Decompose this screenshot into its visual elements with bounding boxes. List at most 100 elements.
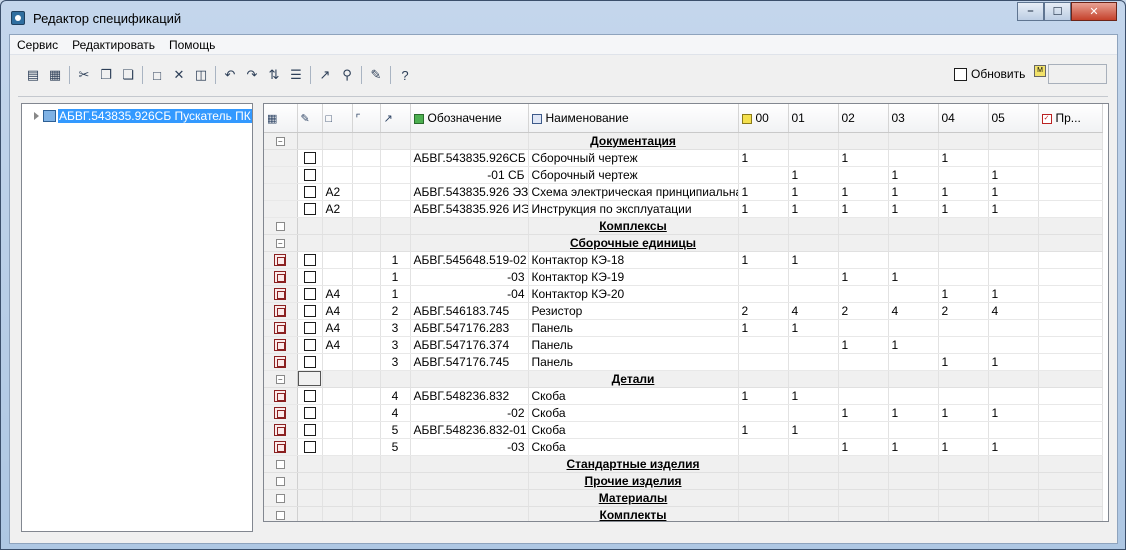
row-checkbox[interactable] [303,186,316,199]
section-toggle[interactable]: − [264,370,298,388]
quantity-cell[interactable]: 1 [988,183,1039,201]
row-checkbox[interactable] [303,407,316,420]
zone-cell[interactable] [352,421,381,439]
col-03[interactable]: 03 [888,104,939,133]
quantity-cell[interactable] [988,319,1039,337]
quantity-cell[interactable]: 1 [988,404,1039,422]
row-type-cell[interactable] [264,421,298,439]
position-cell[interactable]: 4 [380,387,411,405]
quantity-cell[interactable] [838,353,889,371]
quantity-cell[interactable]: 4 [788,302,839,320]
quantity-cell[interactable]: 1 [838,404,889,422]
designation-cell[interactable]: АБВГ.543835.926 ИЭ [410,200,529,218]
position-cell[interactable]: 3 [380,353,411,371]
quantity-cell[interactable]: 1 [888,404,939,422]
table-row[interactable]: A2 АБВГ.543835.926 ЭЗ Схема электрическая … [264,183,1103,201]
format-cell[interactable] [322,268,353,286]
quantity-cell[interactable]: 1 [988,353,1039,371]
designation-cell[interactable]: АБВГ.547176.745 [410,353,529,371]
col-notes[interactable]: ✓ Пр... [1038,104,1103,133]
format-cell[interactable] [322,421,353,439]
quantity-cell[interactable] [888,149,939,167]
name-cell[interactable]: Сборочный чертеж [528,166,739,184]
name-cell[interactable]: Инструкция по эксплуатации [528,200,739,218]
format-cell[interactable] [322,404,353,422]
table-row[interactable]: 3 АБВГ.547176.745 Панель 1 1 [264,353,1103,371]
table-row[interactable]: A4 3 АБВГ.547176.283 Панель 1 1 [264,319,1103,337]
row-checkbox[interactable] [303,339,316,352]
col-mark[interactable]: ✎ [297,104,323,133]
notes-cell[interactable] [1038,302,1103,320]
quantity-cell[interactable]: 1 [738,200,789,218]
notes-cell[interactable] [1038,149,1103,167]
quantity-cell[interactable]: 1 [788,200,839,218]
quantity-cell[interactable]: 1 [788,166,839,184]
col-name[interactable]: Наименование [528,104,739,133]
designation-cell[interactable]: АБВГ.547176.374 [410,336,529,354]
quantity-cell[interactable] [788,438,839,456]
sort-icon[interactable]: ⇅ [263,65,285,85]
specification-grid[interactable]: ▦ ✎ □ ⌜ ↗ Обозначение Наименование 00 01… [263,103,1109,522]
quantity-cell[interactable]: 1 [938,353,989,371]
table-row[interactable]: A4 3 АБВГ.547176.374 Панель 1 1 [264,336,1103,354]
quantity-cell[interactable]: 1 [988,200,1039,218]
format-cell[interactable] [322,149,353,167]
section-toggle[interactable]: − [264,132,298,150]
properties-icon[interactable]: ◫ [190,65,212,85]
position-cell[interactable]: 3 [380,336,411,354]
quantity-cell[interactable] [888,387,939,405]
row-mark-cell[interactable] [297,353,323,371]
row-mark-cell[interactable] [297,183,323,201]
position-cell[interactable]: 5 [380,421,411,439]
row-type-cell[interactable] [264,336,298,354]
row-checkbox[interactable] [303,288,316,301]
select-icon[interactable]: □ [146,65,168,85]
quantity-cell[interactable] [838,319,889,337]
row-checkbox[interactable] [303,356,316,369]
quantity-cell[interactable]: 1 [938,183,989,201]
col-type[interactable]: ▦ [264,104,298,133]
section-toggle[interactable] [264,455,298,473]
cut-icon[interactable]: ✂ [73,65,95,85]
expand-icon[interactable] [275,221,285,231]
quantity-cell[interactable]: 1 [738,421,789,439]
row-type-cell[interactable] [264,353,298,371]
zone-cell[interactable] [352,149,381,167]
notes-cell[interactable] [1038,387,1103,405]
row-checkbox[interactable] [303,441,316,454]
expand-icon[interactable] [275,493,285,503]
designation-cell[interactable]: -03 [410,268,529,286]
quantity-cell[interactable]: 1 [988,166,1039,184]
zone-cell[interactable] [352,319,381,337]
row-type-cell[interactable] [264,166,298,184]
table-row[interactable]: 5 АБВГ.548236.832-01 Скоба 1 1 [264,421,1103,439]
quantity-cell[interactable]: 4 [888,302,939,320]
quantity-cell[interactable]: 2 [738,302,789,320]
table-row[interactable]: 4 АБВГ.548236.832 Скоба 1 1 [264,387,1103,405]
format-cell[interactable]: A4 [322,302,353,320]
notes-cell[interactable] [1038,319,1103,337]
quantity-cell[interactable] [888,421,939,439]
name-cell[interactable]: Контактор КЭ-20 [528,285,739,303]
name-cell[interactable]: Скоба [528,387,739,405]
col-zone[interactable]: ⌜ [352,104,381,133]
menu-service[interactable]: Сервис [10,35,65,55]
position-cell[interactable]: 4 [380,404,411,422]
quantity-cell[interactable]: 1 [888,166,939,184]
quantity-cell[interactable] [738,438,789,456]
quantity-cell[interactable]: 1 [738,149,789,167]
name-cell[interactable]: Скоба [528,438,739,456]
position-cell[interactable] [380,166,411,184]
section-toggle[interactable]: − [264,234,298,252]
designation-cell[interactable]: -03 [410,438,529,456]
position-cell[interactable]: 3 [380,319,411,337]
refresh-checkbox[interactable] [954,67,967,81]
redo-icon[interactable]: ↷ [241,65,263,85]
paste-icon[interactable]: ❏ [117,65,139,85]
name-cell[interactable]: Панель [528,319,739,337]
renumber-icon[interactable]: ☰ [285,65,307,85]
zone-cell[interactable] [352,353,381,371]
quantity-cell[interactable] [888,285,939,303]
row-checkbox[interactable] [303,322,316,335]
expand-icon[interactable] [275,476,285,486]
